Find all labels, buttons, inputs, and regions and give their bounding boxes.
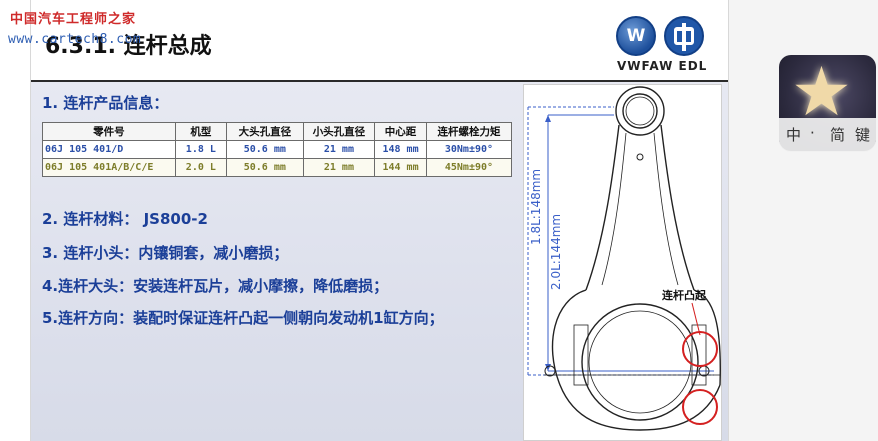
cell-part-number: 06J 105 401A/B/C/E <box>42 158 176 177</box>
dimension-label-2: 2.0L:144mm <box>549 214 563 290</box>
cell-engine: 1.8 L <box>174 140 227 159</box>
callout-circle-lower <box>682 389 718 425</box>
cell-center-distance: 144 mm <box>374 158 427 177</box>
header-engine: 机型 <box>174 122 227 141</box>
presentation-window: 6.3.1. 连杆总成 W VWFAW EDL 1. 连杆产品信息： 零件号 机… <box>0 0 878 441</box>
small-end-item: 3. 连杆小头：内镶铜套，减小磨损； <box>42 244 289 262</box>
callout-label: 连杆凸起 <box>662 288 707 302</box>
table-header-row: 零件号 机型 大头孔直径 小头孔直径 中心距 连杆螺栓力矩 <box>42 122 513 141</box>
cell-big-end-bore: 50.6 mm <box>225 140 304 159</box>
ime-simplified-button[interactable]: 简 <box>830 124 845 145</box>
watermark-site-name: 中国汽车工程师之家 <box>10 12 137 27</box>
table-row: 06J 105 401A/B/C/E 2.0 L 50.6 mm 21 mm 1… <box>42 158 513 177</box>
big-end-item: 4.连杆大头：安装连杆瓦片，减小摩擦，降低磨损； <box>42 277 389 295</box>
header-small-end-bore: 小头孔直径 <box>302 122 376 141</box>
callout-circle-upper <box>682 331 718 367</box>
table-row: 06J 105 401/D 1.8 L 50.6 mm 21 mm 148 mm… <box>42 140 513 159</box>
left-margin <box>0 0 28 441</box>
cell-engine: 2.0 L <box>174 158 227 177</box>
header-part-number: 零件号 <box>42 122 176 141</box>
connecting-rod-drawing: 1.8L:148mm 2.0L:144mm 连杆凸起 <box>527 86 721 431</box>
header-bolt-torque: 连杆螺栓力矩 <box>425 122 513 141</box>
cell-small-end-bore: 21 mm <box>302 140 376 159</box>
ime-chinese-mode-button[interactable]: 中 <box>786 124 801 145</box>
header-big-end-bore: 大头孔直径 <box>225 122 304 141</box>
dimension-label-1: 1.8L:148mm <box>529 169 543 245</box>
material-item: 2. 连杆材料： JS800-2 <box>42 210 208 228</box>
ime-punctuation-button[interactable]: · <box>810 124 815 142</box>
spec-table: 零件号 机型 大头孔直径 小头孔直径 中心距 连杆螺栓力矩 06J 105 40… <box>42 122 513 177</box>
cell-center-distance: 148 mm <box>374 140 427 159</box>
cell-bolt-torque: 45Nm±90° <box>425 158 513 177</box>
cell-bolt-torque: 30Nm±90° <box>425 140 513 159</box>
vw-logo: W <box>616 16 656 56</box>
cell-part-number: 06J 105 401/D <box>42 140 176 159</box>
ime-keyboard-button[interactable]: 键 <box>855 124 870 145</box>
brand-text: VWFAW EDL <box>617 59 708 73</box>
cell-small-end-bore: 21 mm <box>302 158 376 177</box>
cell-big-end-bore: 50.6 mm <box>225 158 304 177</box>
connecting-rod-figure: 1.8L:148mm 2.0L:144mm 连杆凸起 <box>523 84 722 441</box>
header-center-distance: 中心距 <box>374 122 427 141</box>
orientation-item: 5.连杆方向：装配时保证连杆凸起一侧朝向发动机1缸方向； <box>42 309 444 327</box>
slide: 6.3.1. 连杆总成 W VWFAW EDL 1. 连杆产品信息： 零件号 机… <box>30 0 729 441</box>
section-heading: 1. 连杆产品信息： <box>42 94 169 112</box>
faw-logo <box>664 16 704 56</box>
watermark-url: www.cartech8.com <box>8 32 142 47</box>
